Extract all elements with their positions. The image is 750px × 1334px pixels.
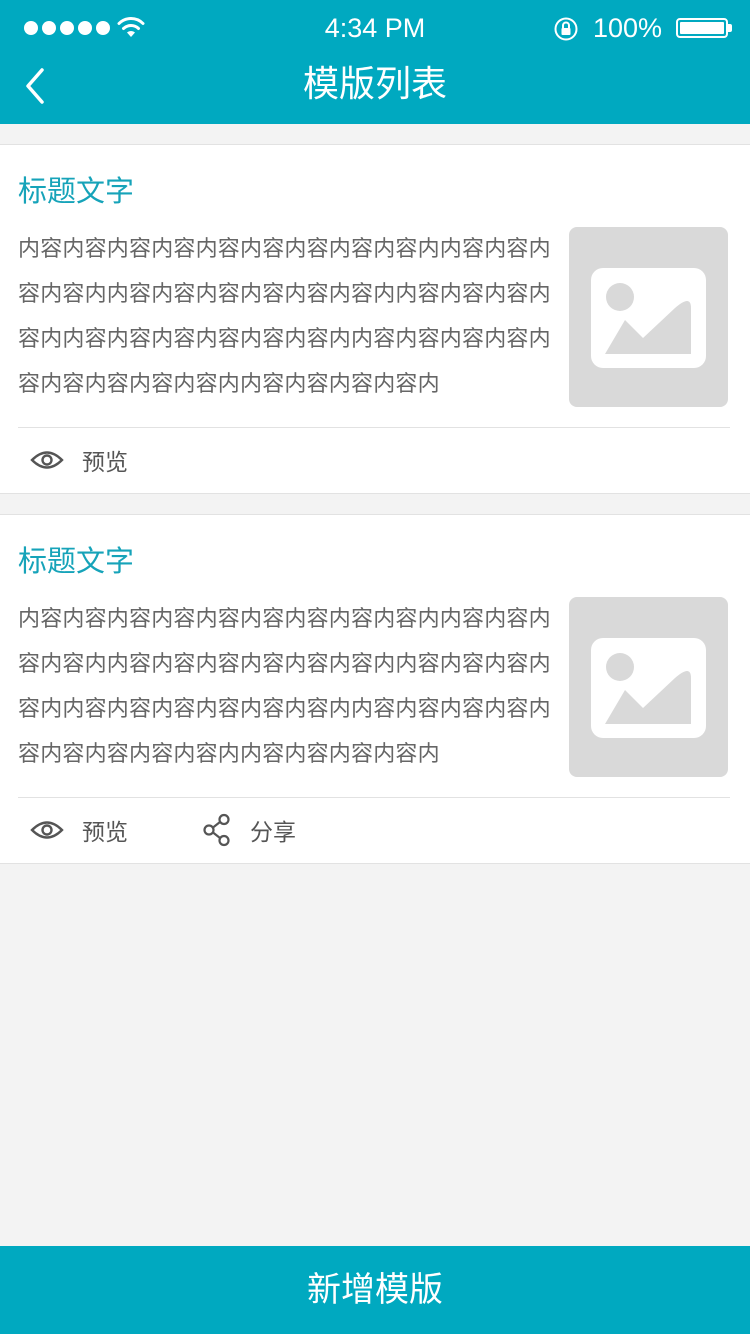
page-title: 模版列表 bbox=[302, 64, 447, 105]
image-icon bbox=[591, 268, 706, 368]
card-body-text: 内容内容内容内容内容内容内容内容内容内内容内容内容内容内内容内容内容内容内容内容… bbox=[18, 237, 551, 397]
divider bbox=[18, 427, 730, 428]
share-icon bbox=[203, 813, 230, 847]
preview-label: 预览 bbox=[82, 820, 128, 846]
share-label: 分享 bbox=[250, 820, 296, 846]
template-card: 标题文字 内容内容内容内容内容内容内容内容内容内内容内容内容内容内内容内容内容内… bbox=[0, 144, 750, 494]
image-placeholder bbox=[569, 597, 728, 777]
divider bbox=[18, 797, 730, 798]
app-header: 4:34 PM 100% 模版列表 bbox=[0, 0, 750, 124]
share-button[interactable]: 分享 bbox=[202, 807, 296, 853]
eye-icon bbox=[30, 821, 64, 839]
card-title[interactable]: 标题文字 bbox=[18, 539, 134, 583]
preview-button[interactable]: 预览 bbox=[30, 437, 128, 483]
battery-percent: 100% bbox=[592, 13, 662, 43]
battery-icon bbox=[676, 18, 728, 38]
preview-label: 预览 bbox=[82, 450, 128, 476]
rotation-lock-icon bbox=[554, 17, 578, 41]
image-icon bbox=[591, 638, 706, 738]
card-title[interactable]: 标题文字 bbox=[18, 169, 134, 213]
card-body-text: 内容内容内容内容内容内容内容内容内容内内容内容内容内容内内容内容内容内容内容内容… bbox=[18, 607, 551, 767]
image-placeholder bbox=[569, 227, 728, 407]
template-card: 标题文字 内容内容内容内容内容内容内容内容内容内内容内容内容内容内内容内容内容内… bbox=[0, 514, 750, 864]
add-template-button[interactable]: 新增模版 bbox=[0, 1246, 750, 1334]
status-bar: 4:34 PM 100% bbox=[0, 0, 750, 56]
preview-button[interactable]: 预览 bbox=[30, 807, 128, 853]
eye-icon bbox=[30, 451, 64, 469]
